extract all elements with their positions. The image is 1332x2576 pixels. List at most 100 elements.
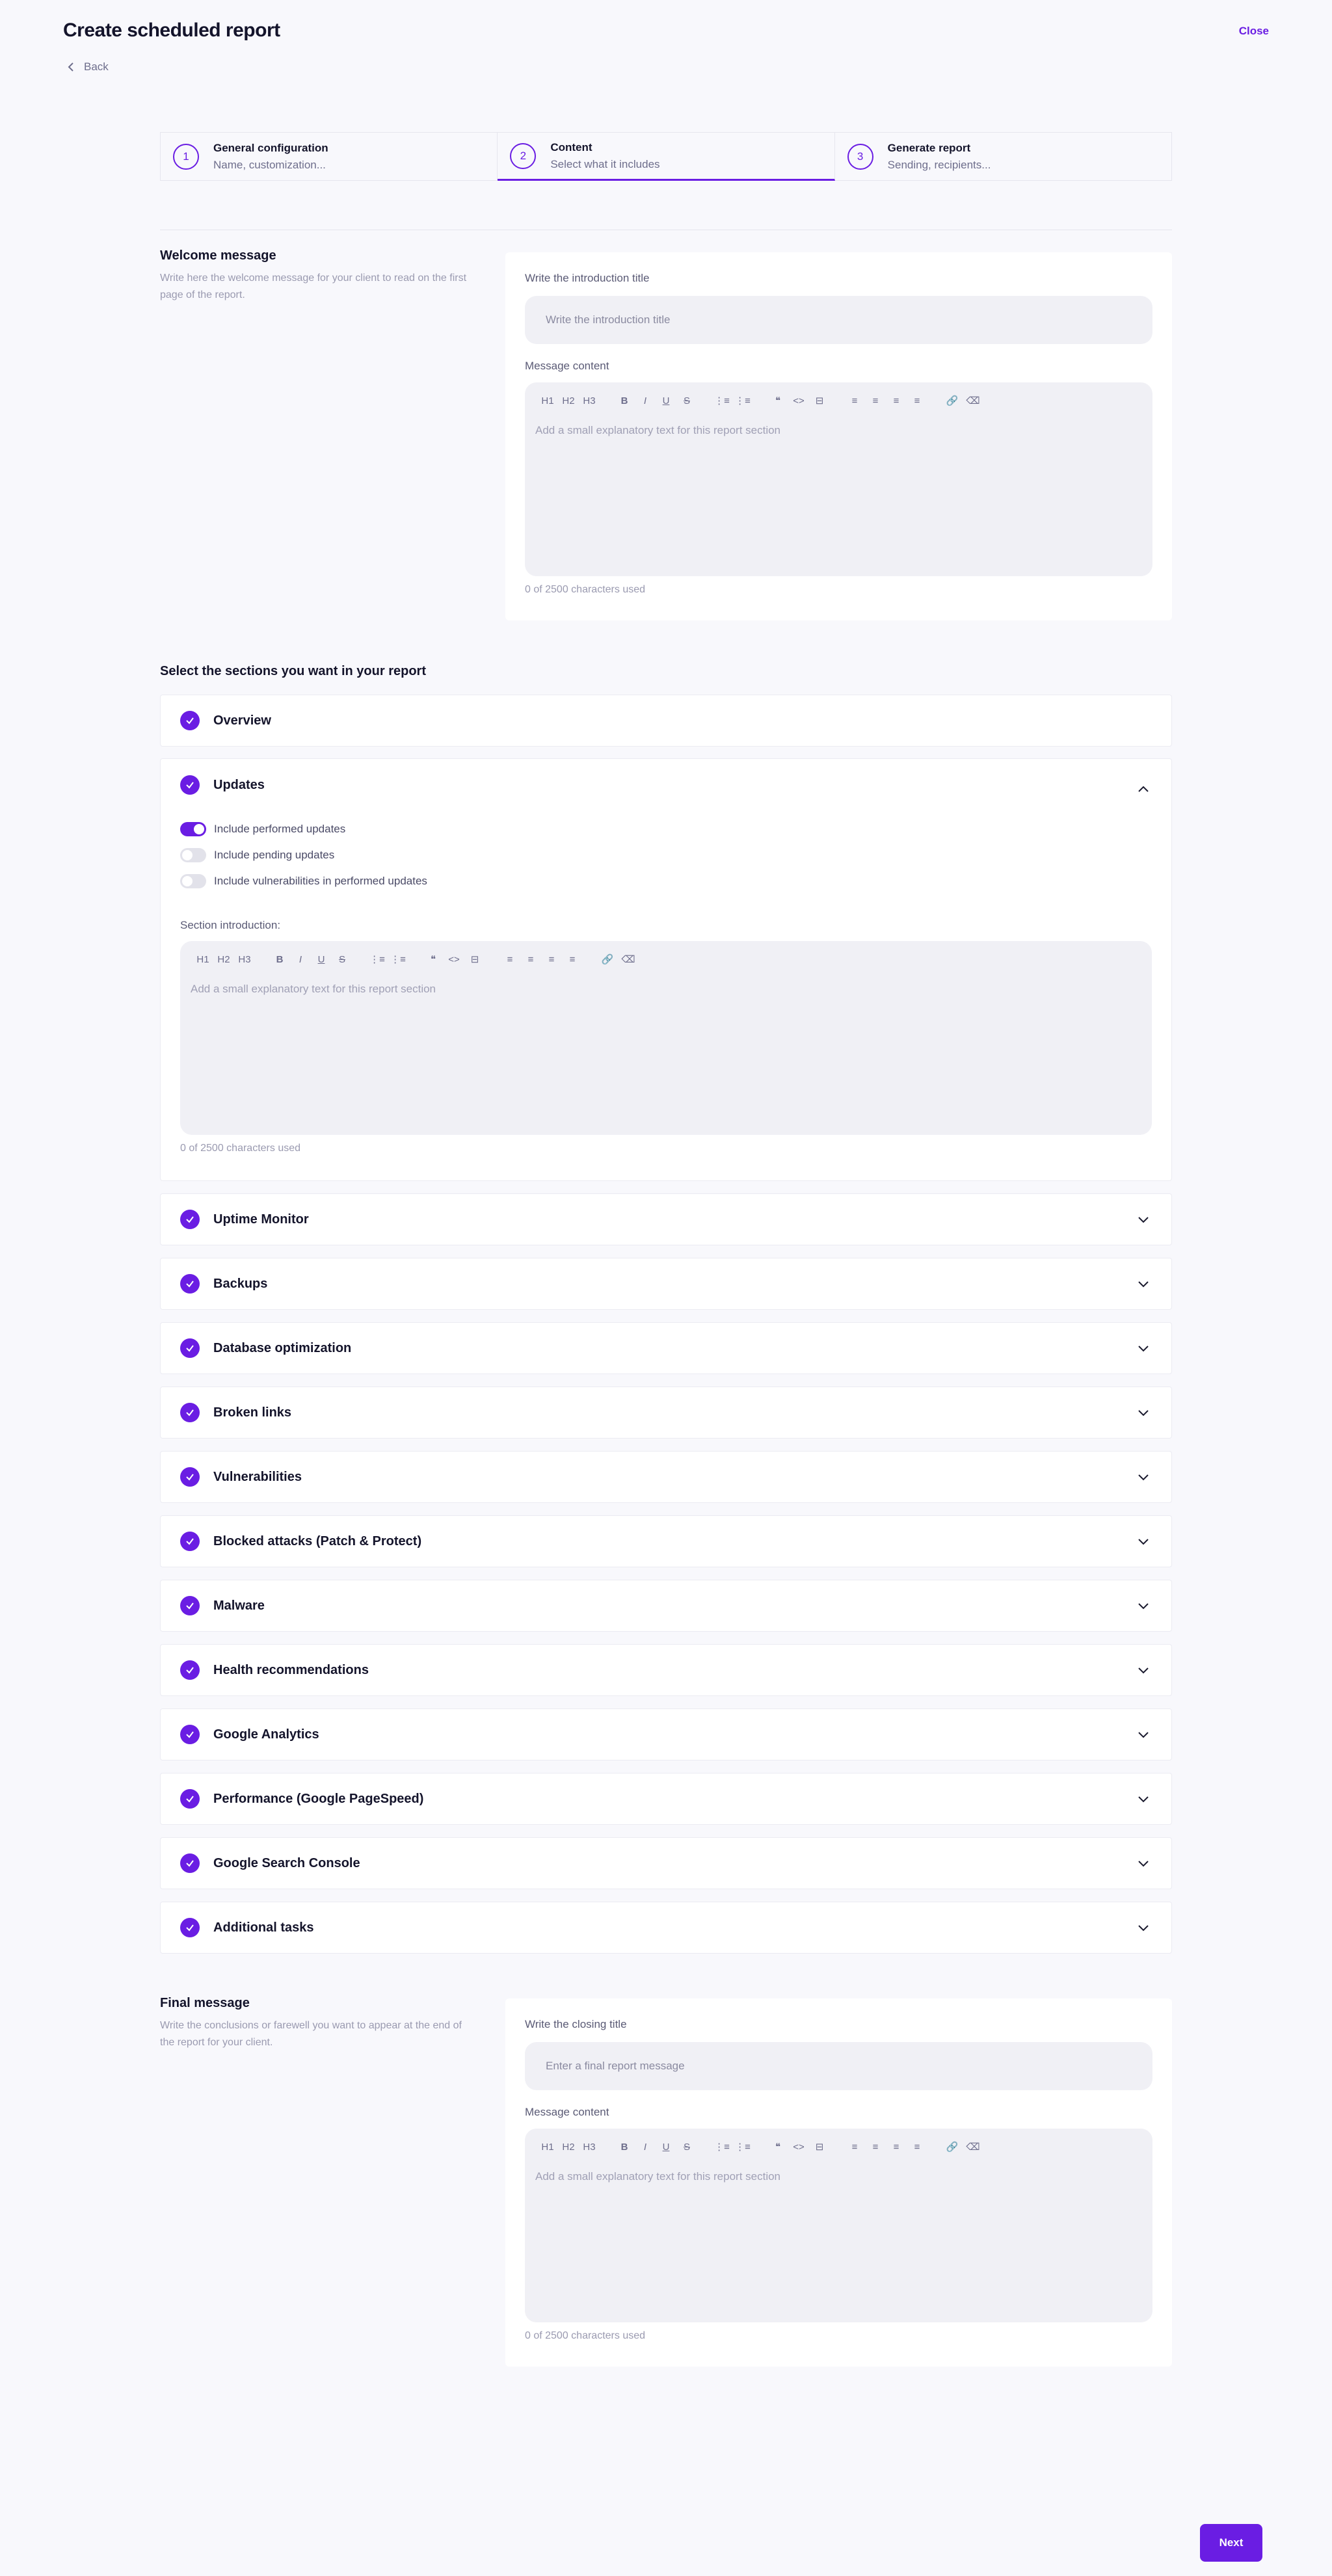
chevron-down-icon[interactable] — [1138, 1344, 1149, 1352]
section-broken-links[interactable]: Broken links — [160, 1387, 1172, 1439]
heading3-button[interactable]: H3 — [234, 954, 255, 965]
check-icon[interactable] — [180, 1853, 200, 1873]
align-justify-icon[interactable]: ≡ — [562, 954, 583, 965]
bold-button[interactable]: B — [614, 2142, 635, 2153]
chevron-down-icon[interactable] — [1138, 1666, 1149, 1674]
check-icon[interactable] — [180, 1660, 200, 1680]
check-icon[interactable] — [180, 1725, 200, 1744]
check-icon[interactable] — [180, 1274, 200, 1294]
align-right-icon[interactable]: ≡ — [541, 954, 562, 965]
strikethrough-button[interactable]: S — [676, 395, 697, 406]
heading1-button[interactable]: H1 — [193, 954, 213, 965]
link-icon[interactable]: 🔗 — [597, 953, 618, 965]
strikethrough-button[interactable]: S — [332, 954, 353, 965]
heading2-button[interactable]: H2 — [558, 395, 579, 406]
check-icon[interactable] — [180, 1210, 200, 1229]
underline-button[interactable]: U — [311, 954, 332, 965]
section-google-search-console[interactable]: Google Search Console — [160, 1837, 1172, 1889]
chevron-down-icon[interactable] — [1138, 1537, 1149, 1545]
heading3-button[interactable]: H3 — [579, 2142, 600, 2153]
clear-format-icon[interactable]: ⌫ — [963, 395, 983, 406]
clear-format-icon[interactable]: ⌫ — [618, 953, 639, 965]
italic-button[interactable]: I — [635, 395, 656, 406]
align-center-icon[interactable]: ≡ — [520, 954, 541, 965]
link-icon[interactable]: 🔗 — [942, 395, 963, 406]
chevron-down-icon[interactable] — [1138, 1473, 1149, 1481]
chevron-down-icon[interactable] — [1138, 1859, 1149, 1867]
step-content[interactable]: 2 Content Select what it includes — [498, 132, 835, 181]
italic-button[interactable]: I — [290, 954, 311, 965]
toggle-switch[interactable] — [180, 874, 206, 888]
check-icon[interactable] — [180, 1338, 200, 1358]
quote-icon[interactable]: ❝ — [423, 953, 444, 965]
ordered-list-icon[interactable]: ⋮≡ — [712, 2141, 732, 2153]
align-justify-icon[interactable]: ≡ — [907, 2142, 927, 2153]
section-overview[interactable]: Overview — [160, 695, 1172, 747]
underline-button[interactable]: U — [656, 395, 676, 406]
code-icon[interactable]: <> — [444, 954, 464, 965]
bullet-list-icon[interactable]: ⋮≡ — [732, 2141, 753, 2153]
align-center-icon[interactable]: ≡ — [865, 395, 886, 406]
check-icon[interactable] — [180, 1532, 200, 1551]
chevron-down-icon[interactable] — [1138, 1795, 1149, 1803]
heading2-button[interactable]: H2 — [558, 2142, 579, 2153]
toggle-switch[interactable] — [180, 822, 206, 836]
check-icon[interactable] — [180, 711, 200, 730]
final-editor[interactable]: H1 H2 H3 B I U S ⋮≡ ⋮≡ ❝ <> ⊟ ≡ ≡ ≡ ≡ 🔗 … — [525, 2129, 1152, 2322]
chevron-down-icon[interactable] — [1138, 1924, 1149, 1932]
heading1-button[interactable]: H1 — [537, 2142, 558, 2153]
chevron-down-icon[interactable] — [1138, 1602, 1149, 1610]
chevron-down-icon[interactable] — [1138, 1409, 1149, 1416]
check-icon[interactable] — [180, 1596, 200, 1615]
section-vulnerabilities[interactable]: Vulnerabilities — [160, 1451, 1172, 1503]
italic-button[interactable]: I — [635, 2142, 656, 2153]
updates-editor[interactable]: H1 H2 H3 B I U S ⋮≡ ⋮≡ ❝ <> ⊟ ≡ ≡ ≡ ≡ 🔗 … — [180, 941, 1152, 1135]
close-button[interactable]: Close — [1239, 25, 1269, 38]
code-block-icon[interactable]: ⊟ — [809, 2141, 830, 2153]
code-block-icon[interactable]: ⊟ — [809, 395, 830, 406]
step-general-configuration[interactable]: 1 General configuration Name, customizat… — [160, 132, 498, 181]
section-performance-google-pagespeed[interactable]: Performance (Google PageSpeed) — [160, 1773, 1172, 1825]
section-health-recommendations[interactable]: Health recommendations — [160, 1644, 1172, 1696]
section-database-optimization[interactable]: Database optimization — [160, 1322, 1172, 1374]
bullet-list-icon[interactable]: ⋮≡ — [388, 953, 408, 965]
strikethrough-button[interactable]: S — [676, 2142, 697, 2153]
code-icon[interactable]: <> — [788, 2142, 809, 2153]
chevron-down-icon[interactable] — [1138, 1731, 1149, 1738]
chevron-down-icon[interactable] — [1138, 1280, 1149, 1288]
closing-title-input[interactable] — [525, 2042, 1152, 2090]
updates-header[interactable]: Updates — [180, 775, 265, 795]
section-backups[interactable]: Backups — [160, 1258, 1172, 1310]
section-google-analytics[interactable]: Google Analytics — [160, 1708, 1172, 1760]
ordered-list-icon[interactable]: ⋮≡ — [367, 953, 388, 965]
bold-button[interactable]: B — [269, 954, 290, 965]
next-button[interactable]: Next — [1200, 2524, 1262, 2562]
code-block-icon[interactable]: ⊟ — [464, 953, 485, 965]
align-left-icon[interactable]: ≡ — [844, 2142, 865, 2153]
section-additional-tasks[interactable]: Additional tasks — [160, 1902, 1172, 1954]
heading2-button[interactable]: H2 — [213, 954, 234, 965]
align-left-icon[interactable]: ≡ — [500, 954, 520, 965]
section-malware[interactable]: Malware — [160, 1580, 1172, 1632]
chevron-down-icon[interactable] — [1138, 1215, 1149, 1223]
intro-title-input[interactable] — [525, 296, 1152, 344]
align-right-icon[interactable]: ≡ — [886, 2142, 907, 2153]
underline-button[interactable]: U — [656, 2142, 676, 2153]
align-center-icon[interactable]: ≡ — [865, 2142, 886, 2153]
bold-button[interactable]: B — [614, 395, 635, 406]
check-icon[interactable] — [180, 1467, 200, 1487]
check-icon[interactable] — [180, 1789, 200, 1809]
quote-icon[interactable]: ❝ — [767, 2141, 788, 2153]
align-justify-icon[interactable]: ≡ — [907, 395, 927, 406]
step-generate-report[interactable]: 3 Generate report Sending, recipients... — [834, 132, 1172, 181]
check-icon[interactable] — [180, 1918, 200, 1937]
chevron-up-icon[interactable] — [1138, 785, 1149, 793]
code-icon[interactable]: <> — [788, 395, 809, 406]
welcome-editor[interactable]: H1 H2 H3 B I U S ⋮≡ ⋮≡ ❝ <> ⊟ ≡ ≡ ≡ ≡ 🔗 … — [525, 382, 1152, 576]
back-button[interactable]: Back — [67, 60, 109, 73]
heading3-button[interactable]: H3 — [579, 395, 600, 406]
ordered-list-icon[interactable]: ⋮≡ — [712, 395, 732, 406]
toggle-switch[interactable] — [180, 848, 206, 862]
quote-icon[interactable]: ❝ — [767, 395, 788, 406]
heading1-button[interactable]: H1 — [537, 395, 558, 406]
